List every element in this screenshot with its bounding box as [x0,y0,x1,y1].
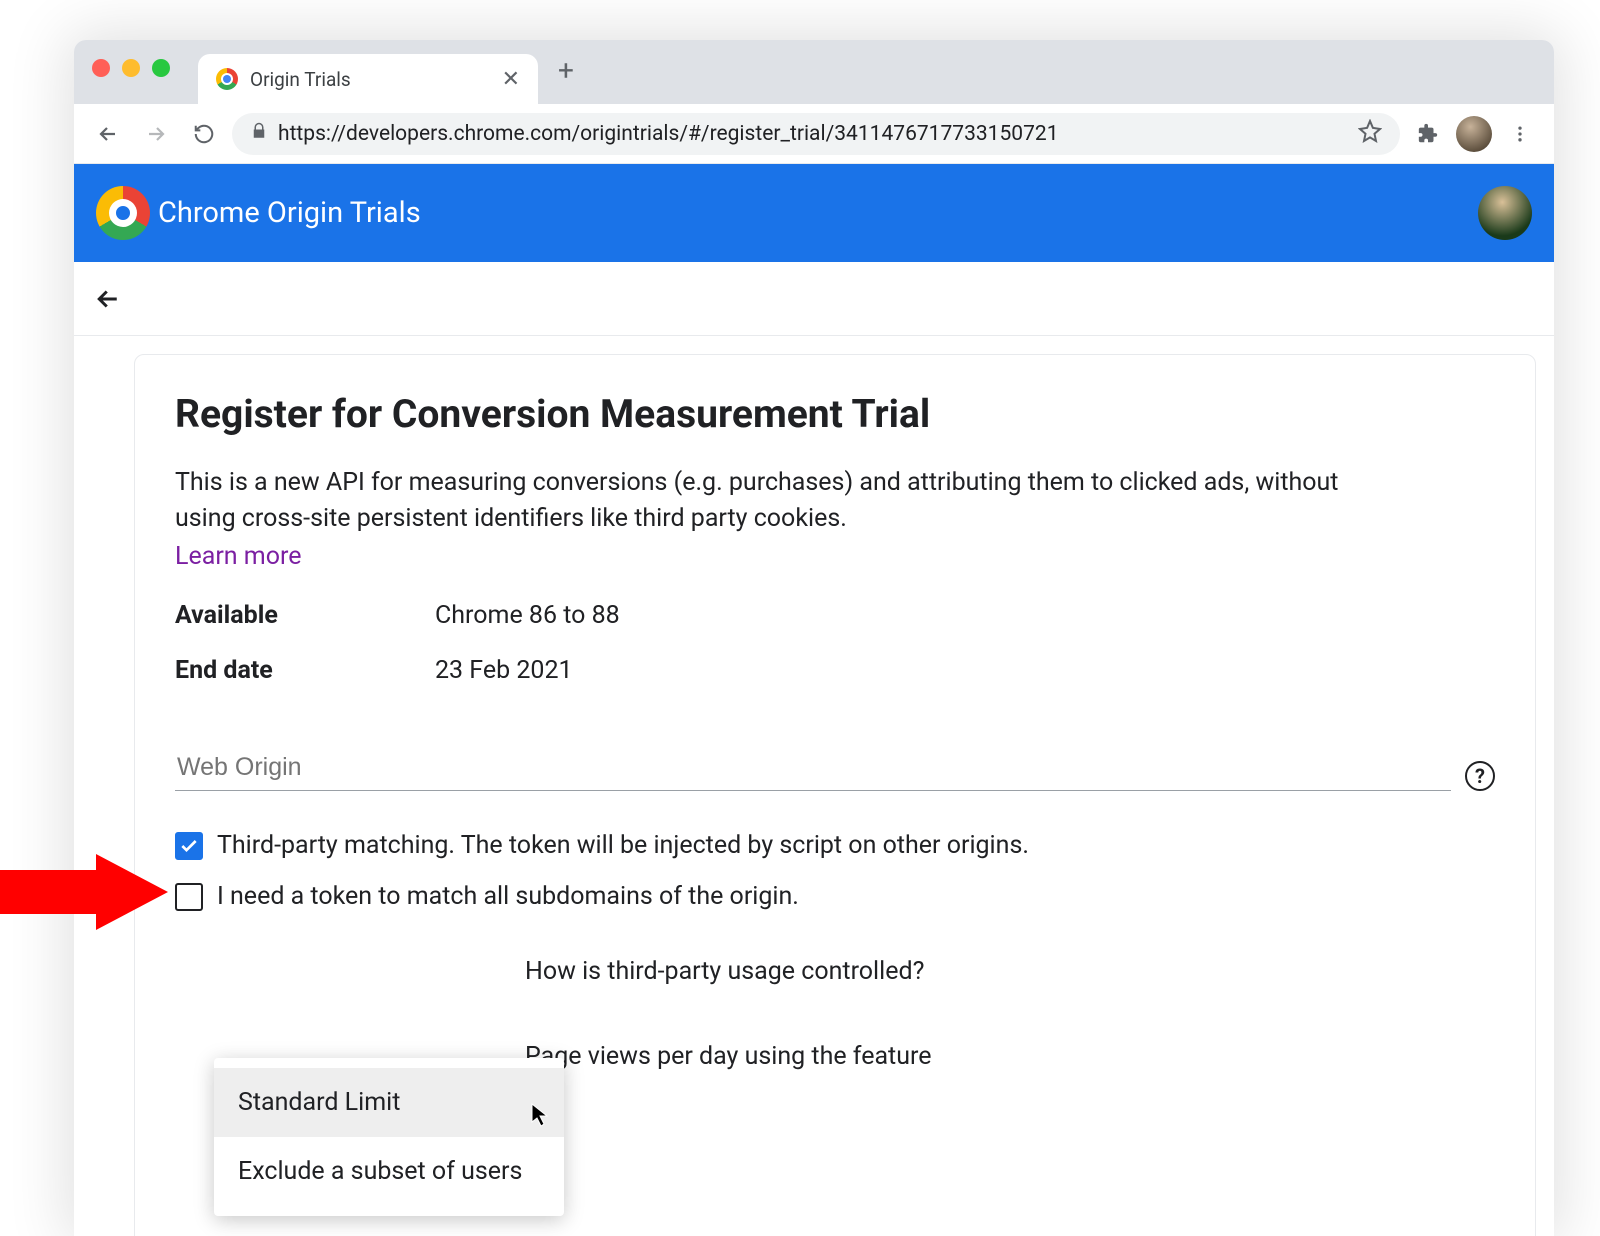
usage-question: How is third-party usage controlled? [525,957,1495,986]
subdomains-label: I need a token to match all subdomains o… [217,882,799,911]
browser-tab[interactable]: Origin Trials ✕ [198,54,538,104]
end-date-value: 23 Feb 2021 [435,656,1495,685]
help-icon[interactable]: ? [1465,761,1495,791]
subdomains-checkbox[interactable] [175,883,203,911]
browser-window: Origin Trials ✕ + https://developers.chr… [74,40,1554,1236]
window-controls [92,59,170,77]
dropdown-option-standard[interactable]: Standard Limit [214,1068,564,1137]
back-nav-row [74,262,1554,336]
annotation-arrow-icon [0,852,170,932]
learn-more-link[interactable]: Learn more [175,542,301,571]
page-title: Register for Conversion Measurement Tria… [175,391,1495,437]
available-label: Available [175,601,435,630]
maximize-window-button[interactable] [152,59,170,77]
usage-limit-dropdown: Standard Limit Exclude a subset of users [214,1058,564,1216]
tab-strip: Origin Trials ✕ + [74,40,1554,104]
dropdown-option-exclude[interactable]: Exclude a subset of users [214,1137,564,1206]
user-avatar[interactable] [1478,186,1532,240]
third-party-label: Third-party matching. The token will be … [217,831,1029,860]
url-text: https://developers.chrome.com/origintria… [278,122,1059,146]
profile-avatar[interactable] [1456,116,1492,152]
forward-button[interactable] [136,114,176,154]
minimize-window-button[interactable] [122,59,140,77]
third-party-checkbox[interactable] [175,832,203,860]
cursor-icon [530,1102,550,1128]
chrome-favicon-icon [216,68,238,90]
bookmark-star-icon[interactable] [1358,119,1382,149]
app-header: Chrome Origin Trials [74,164,1554,262]
chrome-menu-button[interactable] [1500,114,1540,154]
end-date-label: End date [175,656,435,685]
pageviews-label: Page views per day using the feature [525,1042,1495,1071]
extensions-button[interactable] [1408,114,1448,154]
chrome-logo-icon [96,186,150,240]
lock-icon [250,122,268,146]
browser-toolbar: https://developers.chrome.com/origintria… [74,104,1554,164]
close-window-button[interactable] [92,59,110,77]
tab-title: Origin Trials [250,68,351,91]
tab-close-button[interactable]: ✕ [502,67,520,92]
available-value: Chrome 86 to 88 [435,601,1495,630]
trial-meta: Available Chrome 86 to 88 End date 23 Fe… [175,601,1495,685]
new-tab-button[interactable]: + [544,54,588,87]
page-back-button[interactable] [88,279,128,319]
back-button[interactable] [88,114,128,154]
reload-button[interactable] [184,114,224,154]
app-title: Chrome Origin Trials [158,196,421,230]
web-origin-input[interactable] [175,745,1451,791]
address-bar[interactable]: https://developers.chrome.com/origintria… [232,113,1400,155]
page-description: This is a new API for measuring conversi… [175,465,1375,536]
